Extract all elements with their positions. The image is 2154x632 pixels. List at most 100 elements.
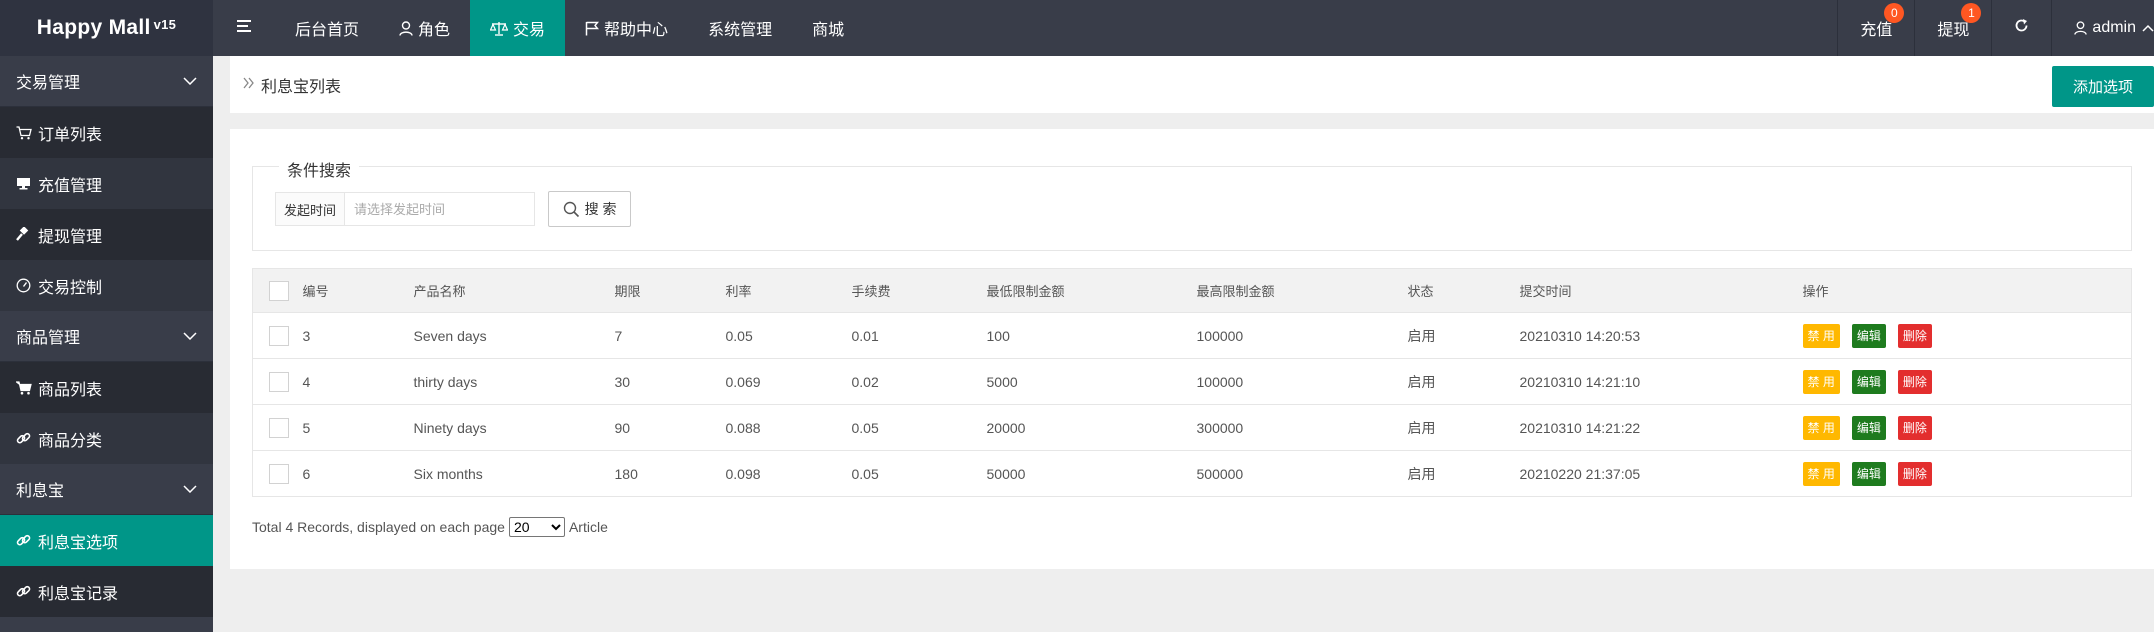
- sidebar-item-label: 订单列表: [38, 126, 103, 144]
- delete-button[interactable]: 删除: [1897, 323, 1932, 348]
- cell-rate: 0.069: [725, 358, 852, 405]
- table-row: 5 Ninety days 90 0.088 0.05 20000 300000 启用 2021…: [252, 404, 2132, 451]
- cell-id: 5: [302, 404, 414, 451]
- edit-button[interactable]: 编辑: [1851, 323, 1886, 348]
- recharge-button[interactable]: 充值 0: [1838, 0, 1914, 56]
- nav-role[interactable]: 角色: [379, 0, 470, 56]
- dashboard-icon: [16, 278, 34, 293]
- cell-term: 90: [614, 404, 726, 451]
- date-label: 发起时间: [275, 192, 346, 226]
- nav-help[interactable]: 帮助中心: [565, 0, 688, 56]
- col-actions: 操作: [1802, 268, 2132, 313]
- top-bar: Happy Mall v15 后台首页 角色 交易 帮助中心 系统管理 商城 充值…: [0, 0, 2154, 56]
- recharge-badge: 0: [1884, 3, 1905, 23]
- page-size-select[interactable]: 20: [508, 517, 565, 537]
- cell-term: 7: [614, 312, 726, 359]
- edit-button[interactable]: 编辑: [1851, 461, 1886, 486]
- flag-icon: [585, 21, 600, 36]
- cell-id: 6: [302, 450, 414, 497]
- nav-system[interactable]: 系统管理: [688, 0, 792, 56]
- pager-prefix: Total 4 Records, displayed on each page: [252, 519, 505, 535]
- disable-button[interactable]: 禁 用: [1802, 323, 1840, 348]
- cell-fee: 0.01: [851, 312, 987, 359]
- sidebar-item-trade-control[interactable]: 交易控制: [0, 260, 213, 311]
- delete-button[interactable]: 删除: [1897, 461, 1932, 486]
- cell-status: 启用: [1407, 450, 1520, 497]
- menu-toggle-button[interactable]: [213, 0, 275, 56]
- sidebar-item-withdraw[interactable]: 提现管理: [0, 209, 213, 260]
- cell-fee: 0.02: [851, 358, 987, 405]
- cell-name: Seven days: [413, 312, 615, 359]
- sidebar-item-label: 交易控制: [38, 279, 103, 297]
- user-menu[interactable]: admin: [2052, 0, 2154, 56]
- user-name: admin: [2092, 19, 2136, 36]
- sidebar-item-recharge[interactable]: 充值管理: [0, 158, 213, 209]
- delete-button[interactable]: 删除: [1897, 369, 1932, 394]
- nav-home-label: 后台首页: [295, 22, 360, 39]
- cell-max: 500000: [1196, 450, 1408, 497]
- cell-rate: 0.098: [725, 450, 852, 497]
- select-all-checkbox[interactable]: [269, 280, 289, 301]
- row-checkbox[interactable]: [269, 371, 289, 392]
- withdraw-badge: 1: [1961, 3, 1982, 23]
- cell-time: 20210220 21:37:05: [1519, 450, 1803, 497]
- nav-home[interactable]: 后台首页: [275, 0, 379, 56]
- refresh-button[interactable]: [1992, 0, 2051, 56]
- disable-button[interactable]: 禁 用: [1802, 369, 1840, 394]
- sidebar-item-goods-category[interactable]: 商品分类: [0, 413, 213, 464]
- link-icon: [16, 584, 34, 599]
- row-checkbox[interactable]: [269, 325, 289, 346]
- cell-name: Six months: [413, 450, 615, 497]
- row-actions: 禁 用编辑 删除: [1802, 461, 2132, 486]
- logo-version: v15: [153, 16, 177, 32]
- col-rate: 利率: [725, 268, 852, 313]
- row-checkbox[interactable]: [269, 463, 289, 484]
- col-term: 期限: [614, 268, 726, 313]
- cell-actions: 禁 用编辑 删除: [1802, 312, 2132, 359]
- cell-fee: 0.05: [851, 450, 987, 497]
- search-button-label: 搜 索: [584, 201, 617, 217]
- monitor-icon: [16, 177, 34, 191]
- cell-time: 20210310 14:21:22: [1519, 404, 1803, 451]
- disable-button[interactable]: 禁 用: [1802, 415, 1840, 440]
- sidebar-item-label: 利息宝选项: [38, 534, 119, 552]
- date-input[interactable]: [345, 192, 536, 226]
- logo[interactable]: Happy Mall v15: [0, 0, 213, 56]
- sidebar-item-lixibao-records[interactable]: 利息宝记录: [0, 566, 213, 617]
- sidebar-group-goods[interactable]: 商品管理: [0, 311, 213, 362]
- row-checkbox[interactable]: [269, 417, 289, 438]
- list-panel: 条件搜索 发起时间 搜 索 编号 产品名称 期限 利率 手续费: [230, 129, 2154, 569]
- cell-status: 启用: [1407, 358, 1520, 405]
- disable-button[interactable]: 禁 用: [1802, 461, 1840, 486]
- search-button[interactable]: 搜 索: [548, 191, 632, 227]
- nav-trade[interactable]: 交易: [470, 0, 566, 56]
- chevron-down-icon: [183, 327, 197, 345]
- sidebar-item-orders[interactable]: 订单列表: [0, 107, 213, 158]
- delete-button[interactable]: 删除: [1897, 415, 1932, 440]
- user-icon: [2074, 21, 2088, 35]
- cell-min: 20000: [986, 404, 1197, 451]
- nav-role-label: 角色: [418, 22, 451, 39]
- edit-button[interactable]: 编辑: [1851, 415, 1886, 440]
- col-name: 产品名称: [413, 268, 615, 313]
- add-option-button[interactable]: 添加选项: [2052, 66, 2154, 107]
- chevron-down-icon: [183, 72, 197, 90]
- cell-time: 20210310 14:20:53: [1519, 312, 1803, 359]
- sidebar-item-goods-list[interactable]: 商品列表: [0, 362, 213, 413]
- user-icon: [399, 20, 413, 36]
- sidebar-group-lixibao[interactable]: 利息宝: [0, 464, 213, 515]
- cell-id: 4: [302, 358, 414, 405]
- cell-status: 启用: [1407, 312, 1520, 359]
- sidebar-group-label: 利息宝: [16, 483, 65, 500]
- sidebar-item-lixibao-options[interactable]: 利息宝选项: [0, 515, 213, 566]
- sidebar-item-label: 提现管理: [38, 228, 103, 246]
- nav-mall[interactable]: 商城: [792, 0, 864, 56]
- col-min: 最低限制金额: [986, 268, 1197, 313]
- sidebar-group-trade[interactable]: 交易管理: [0, 56, 213, 107]
- sidebar-item-label: 商品分类: [38, 432, 103, 450]
- cell-status: 启用: [1407, 404, 1520, 451]
- withdraw-button[interactable]: 提现 1: [1915, 0, 1991, 56]
- edit-button[interactable]: 编辑: [1851, 369, 1886, 394]
- nav-mall-label: 商城: [812, 22, 845, 39]
- cell-name: thirty days: [413, 358, 615, 405]
